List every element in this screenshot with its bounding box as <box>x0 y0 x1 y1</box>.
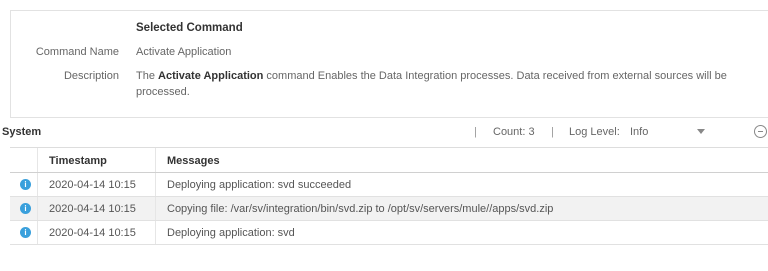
message-cell: Copying file: /var/sv/integration/bin/sv… <box>167 203 554 215</box>
info-icon: i <box>20 179 31 190</box>
separator: | <box>551 126 554 138</box>
log-level-label: Log Level: <box>569 126 620 138</box>
command-name-value: Activate Application <box>136 46 232 58</box>
description-label: Description <box>63 70 119 82</box>
description-text: The Activate Application command Enables… <box>136 70 727 98</box>
info-icon: i <box>20 227 31 238</box>
timestamp-cell: 2020-04-14 10:15 <box>49 227 136 239</box>
count-label: Count: 3 <box>493 126 535 138</box>
table-row[interactable]: i 2020-04-14 10:15 Deploying application… <box>10 173 768 197</box>
log-level-select[interactable]: Info <box>630 126 648 138</box>
log-table: Timestamp Messages i 2020-04-14 10:15 De… <box>10 147 768 245</box>
system-title: System <box>2 126 42 138</box>
chevron-down-icon[interactable] <box>697 129 705 134</box>
timestamp-cell: 2020-04-14 10:15 <box>49 203 136 215</box>
timestamp-column-header[interactable]: Timestamp <box>38 148 156 172</box>
timestamp-cell: 2020-04-14 10:15 <box>49 179 136 191</box>
table-header: Timestamp Messages <box>10 148 768 173</box>
description-command-name: Activate Application <box>158 70 264 82</box>
info-icon: i <box>20 203 31 214</box>
minus-circle-icon[interactable] <box>754 125 767 138</box>
message-cell: Deploying application: svd succeeded <box>167 179 352 191</box>
system-toolbar: System | Count: 3 | Log Level: Info <box>0 124 768 144</box>
message-cell: Deploying application: svd <box>167 227 295 239</box>
selected-command-panel: Selected Command Command Name Activate A… <box>10 10 768 118</box>
table-row[interactable]: i 2020-04-14 10:15 Deploying application… <box>10 221 768 245</box>
section-title: Selected Command <box>136 22 243 34</box>
messages-column-header[interactable]: Messages <box>156 148 768 172</box>
command-name-label: Command Name <box>35 46 119 58</box>
table-row[interactable]: i 2020-04-14 10:15 Copying file: /var/sv… <box>10 197 768 221</box>
separator: | <box>474 126 477 138</box>
icon-column-header <box>10 148 38 172</box>
